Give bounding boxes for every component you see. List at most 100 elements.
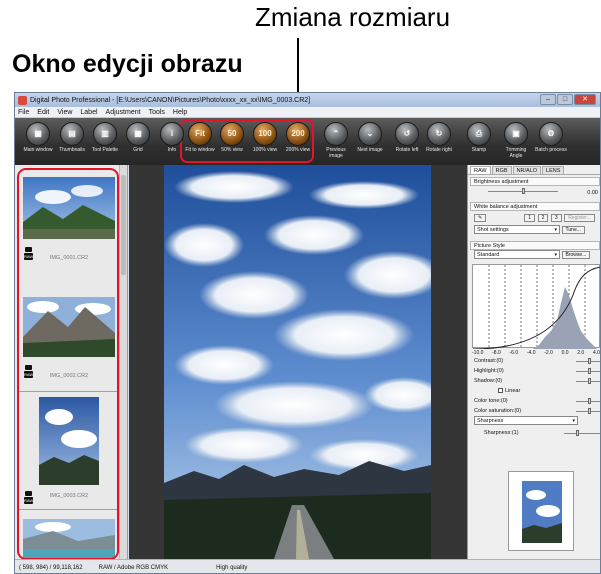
scrollbar-thumb[interactable] <box>121 175 126 275</box>
main-window-icon: ▦ <box>26 122 50 146</box>
navigator-preview[interactable] <box>508 471 574 551</box>
menu-label[interactable]: Label <box>80 109 97 116</box>
minimize-button[interactable]: – <box>540 94 556 105</box>
tool-palette-icon: ▥ <box>93 122 117 146</box>
tab-lens[interactable]: LENS <box>542 166 565 174</box>
grid-button[interactable]: ▦ Grid <box>121 122 155 154</box>
rotate-right-button[interactable]: ↻ Rotate right <box>422 122 456 154</box>
zoom-50-button[interactable]: 50 50% view <box>215 122 249 154</box>
window-controls: – □ ✕ <box>540 94 596 105</box>
batch-process-icon: ⚙ <box>539 122 563 146</box>
linear-row: Linear <box>468 386 600 396</box>
tab-rgb[interactable]: RGB <box>491 166 512 174</box>
picture-style-select[interactable]: Standard <box>474 250 560 260</box>
color-tone-label: Color tone:(0) <box>474 398 508 404</box>
menu-file[interactable]: File <box>18 109 29 116</box>
editor-window-callout: Okno edycji obrazu <box>12 50 243 78</box>
toolbar-label: Rotate right <box>426 147 452 153</box>
picture-style-row: Standard Browse... <box>468 250 600 262</box>
histogram-graph <box>472 265 600 350</box>
picture-style-header: Picture Style <box>470 241 600 250</box>
maximize-button[interactable]: □ <box>557 94 573 105</box>
menu-view[interactable]: View <box>57 109 72 116</box>
close-button[interactable]: ✕ <box>574 94 596 105</box>
navigator-thumbnail <box>522 481 562 543</box>
trimming-button[interactable]: ▣ Trimming Angle <box>499 122 533 159</box>
color-tone-knob[interactable] <box>588 398 591 404</box>
wb-select[interactable]: Shot settings <box>474 225 560 235</box>
zoom-100-icon: 100 <box>253 122 277 146</box>
color-saturation-row: Color saturation:(0) <box>468 406 600 416</box>
thumbnails-icon: ▤ <box>60 122 84 146</box>
saturation-knob[interactable] <box>588 408 591 414</box>
menu-adjustment[interactable]: Adjustment <box>106 109 141 116</box>
cursor-readout: ( 598, 984) / 99,118,162 <box>19 564 83 571</box>
zoom-200-button[interactable]: 200 200% view <box>281 122 315 154</box>
info-icon: i <box>160 122 184 146</box>
highlight-row: Highlight:(0) <box>468 366 600 376</box>
previous-image-button[interactable]: ⌃ Previous image <box>319 122 353 159</box>
tool-palette-button[interactable]: ▥ Tool Palette <box>88 122 122 154</box>
stamp-icon: ⎙ <box>467 122 491 146</box>
batch-process-button[interactable]: ⚙ Batch process <box>534 122 568 154</box>
toolbar-label: Previous image <box>326 147 346 159</box>
image-viewer[interactable] <box>129 165 467 559</box>
thumbnails-button[interactable]: ▤ Thumbnails <box>55 122 89 154</box>
register-button[interactable]: Register... <box>564 213 595 222</box>
page: Zmiana rozmiaru Okno edycji obrazu Digit… <box>0 0 601 574</box>
previous-image-icon: ⌃ <box>324 122 348 146</box>
sharpness-knob[interactable] <box>576 430 579 436</box>
menu-edit[interactable]: Edit <box>37 109 49 116</box>
menu-tools[interactable]: Tools <box>149 109 165 116</box>
wb-preset-2[interactable]: 2 <box>537 213 549 222</box>
toolbar-label: Thumbnails <box>59 147 85 153</box>
eyedropper-icon[interactable]: ✎ <box>474 213 487 222</box>
tab-raw[interactable]: RAW <box>470 166 491 174</box>
thumbnail-highlight-frame <box>17 168 119 560</box>
wb-preset-3[interactable]: 3 <box>550 213 562 222</box>
tool-palette: RAW RGB NR/ALO LENS Brightness adjustmen… <box>467 165 600 559</box>
app-window: Digital Photo Professional - [E:\Users\C… <box>14 92 601 574</box>
white-balance-header: White balance adjustment <box>470 202 600 211</box>
brightness-value[interactable]: 0.00 <box>587 188 598 198</box>
tone-curve-histogram[interactable] <box>472 264 600 350</box>
sharpness-slider[interactable] <box>564 433 600 434</box>
toolbar-label: Rotate left <box>395 147 419 153</box>
status-bar: ( 598, 984) / 99,118,162 RAW / Adobe RGB… <box>15 559 600 573</box>
highlight-label: Highlight:(0) <box>474 368 504 374</box>
contrast-knob[interactable] <box>588 358 591 364</box>
toolbar-label: 50% view <box>221 147 243 153</box>
sharpness-select[interactable]: Sharpness <box>474 416 578 426</box>
rotate-left-icon: ↺ <box>395 122 419 146</box>
render-quality: High quality <box>216 564 248 571</box>
menu-help[interactable]: Help <box>173 109 187 116</box>
shadow-knob[interactable] <box>588 378 591 384</box>
linear-label: Linear <box>505 388 521 394</box>
highlight-knob[interactable] <box>588 368 591 374</box>
thumbnail-scrollbar[interactable] <box>119 165 127 559</box>
window-title: Digital Photo Professional - [E:\Users\C… <box>30 96 311 104</box>
zoom-100-button[interactable]: 100 100% view <box>248 122 282 154</box>
linear-checkbox[interactable] <box>498 388 503 394</box>
browse-button[interactable]: Browse... <box>561 250 591 259</box>
tab-nr-alo[interactable]: NR/ALO <box>512 166 542 174</box>
toolbar-label: Stamp <box>471 147 487 153</box>
tune-button[interactable]: Tune... <box>561 225 585 234</box>
toolbar-label: Grid <box>133 147 143 153</box>
brightness-header: Brightness adjustment <box>470 177 600 186</box>
wb-preset-1[interactable]: 1 <box>524 213 536 222</box>
toolbar: ▦ Main window ▤ Thumbnails ▥ Tool Palette ▦ Gri… <box>15 118 600 165</box>
next-image-button[interactable]: ⌄ Next image <box>353 122 387 154</box>
trimming-icon: ▣ <box>504 122 528 146</box>
toolbar-label: 200% view <box>285 147 311 153</box>
color-space: RAW / Adobe RGB CMYK <box>98 564 169 571</box>
app-logo-icon <box>18 95 27 105</box>
brightness-slider-knob[interactable] <box>522 188 525 194</box>
main-window-button[interactable]: ▦ Main window <box>21 122 55 154</box>
rotate-left-button[interactable]: ↺ Rotate left <box>390 122 424 154</box>
shadow-row: Shadow:(0) <box>468 376 600 386</box>
palette-tabs: RAW RGB NR/ALO LENS <box>468 165 600 175</box>
fit-to-window-button[interactable]: Fit Fit to window <box>183 122 217 154</box>
stamp-button[interactable]: ⎙ Stamp <box>462 122 496 154</box>
sharpness-row: Sharpness:(1) <box>468 428 600 438</box>
